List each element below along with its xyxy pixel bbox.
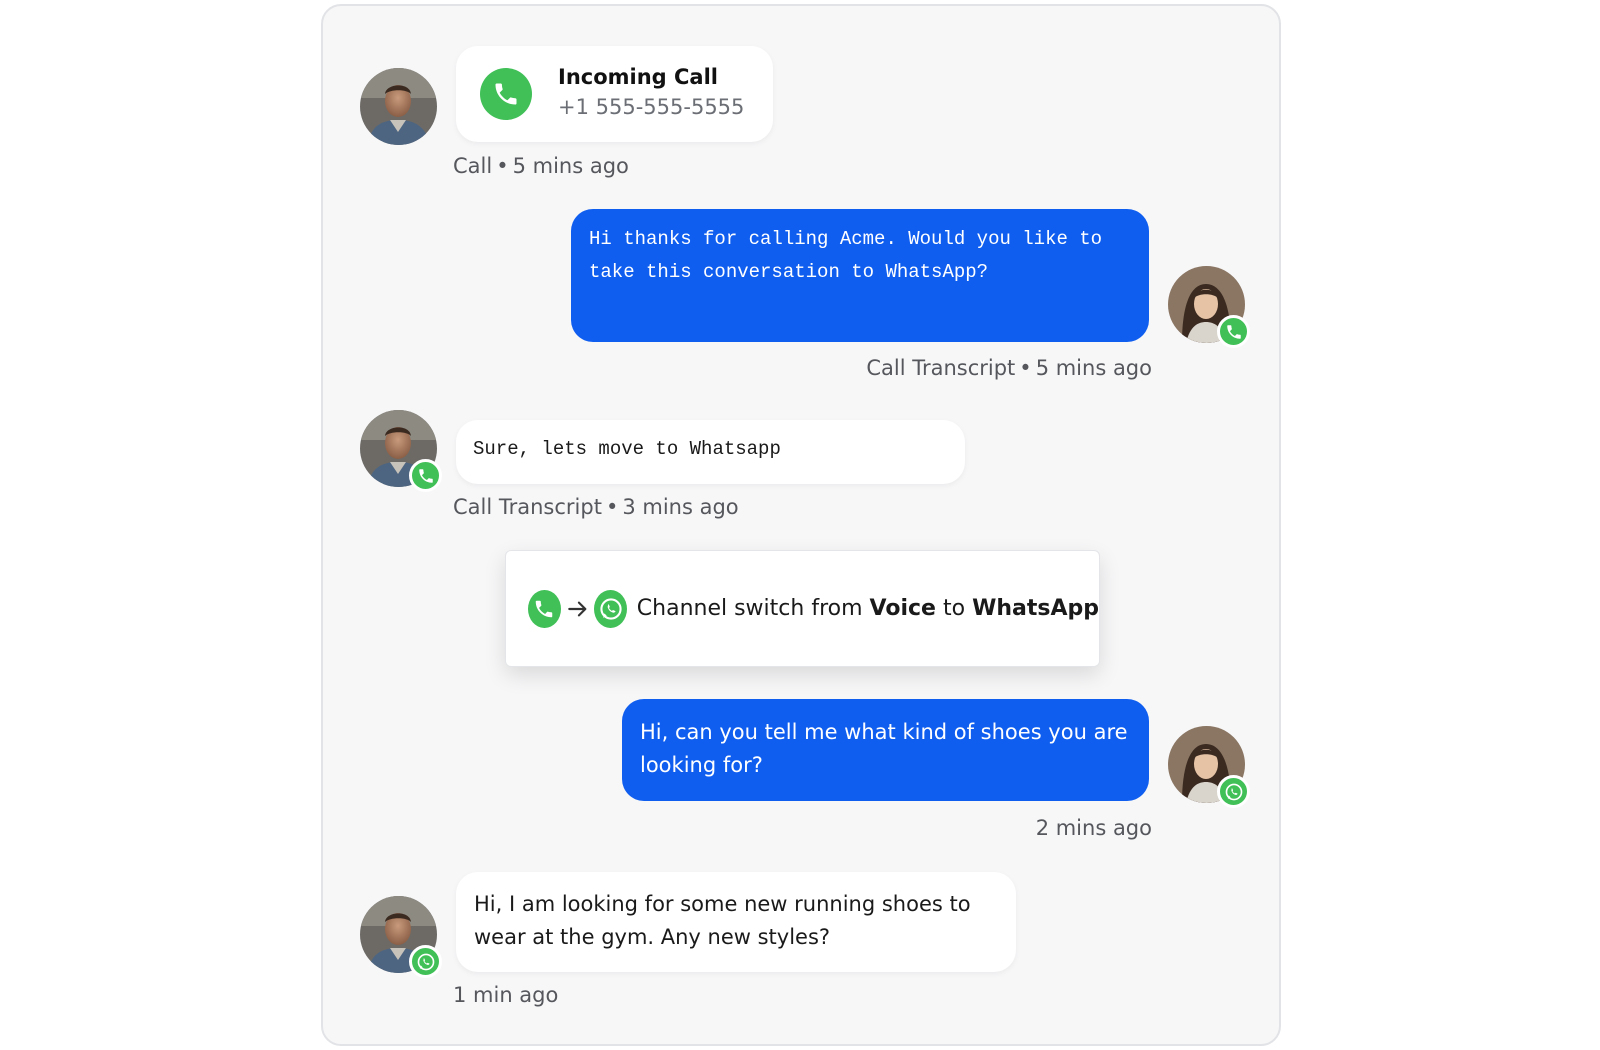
arrow-right-icon — [567, 601, 586, 616]
meta-separator: • — [1019, 356, 1032, 380]
meta-time: 3 mins ago — [622, 495, 739, 519]
meta-time: 5 mins ago — [512, 154, 629, 178]
message-text: Sure, lets move to Whatsapp — [473, 438, 781, 460]
message-bubble-outgoing[interactable]: Hi thanks for calling Acme. Would you li… — [571, 209, 1149, 342]
incoming-call-meta: Call • 5 mins ago — [453, 154, 629, 178]
whatsapp-badge-icon — [409, 945, 442, 978]
avatar-agent — [1168, 726, 1250, 808]
message-meta: Call Transcript • 5 mins ago — [866, 356, 1152, 380]
message-bubble-incoming[interactable]: Hi, I am looking for some new running sh… — [456, 872, 1016, 972]
whatsapp-badge-icon — [1217, 775, 1250, 808]
incoming-call-title: Incoming Call — [558, 65, 718, 89]
phone-badge-icon — [1217, 315, 1250, 348]
message-bubble-outgoing[interactable]: Hi, can you tell me what kind of shoes y… — [622, 699, 1149, 801]
channel-switch-card: Channel switch from Voice to WhatsApp — [505, 550, 1100, 667]
phone-badge-icon — [409, 459, 442, 492]
meta-time: 5 mins ago — [1035, 356, 1152, 380]
avatar-customer — [360, 896, 442, 978]
meta-channel: Call — [453, 154, 493, 178]
avatar-customer — [360, 410, 442, 492]
phone-icon — [528, 589, 561, 628]
message-meta: Call Transcript • 3 mins ago — [453, 495, 739, 519]
customer-photo — [360, 68, 437, 145]
message-bubble-incoming[interactable]: Sure, lets move to Whatsapp — [456, 420, 965, 484]
message-text: Hi, I am looking for some new running sh… — [474, 892, 971, 949]
message-text: Hi, can you tell me what kind of shoes y… — [640, 720, 1128, 777]
phone-icon — [480, 68, 532, 120]
switch-connector: to — [942, 596, 966, 621]
whatsapp-icon — [594, 589, 627, 628]
avatar-customer — [360, 68, 437, 145]
caller-number: +1 555-555-5555 — [558, 95, 745, 119]
message-meta: 2 mins ago — [1036, 816, 1152, 840]
meta-time: 2 mins ago — [1035, 816, 1152, 840]
message-text: Hi thanks for calling Acme. Would you li… — [589, 228, 1103, 283]
meta-time: 1 min ago — [453, 983, 559, 1007]
switch-prefix: Channel switch from — [636, 596, 863, 621]
switch-to: WhatsApp — [972, 596, 1099, 621]
switch-from: Voice — [869, 596, 936, 621]
meta-channel: Call Transcript — [866, 356, 1016, 380]
meta-channel: Call Transcript — [453, 495, 602, 519]
meta-separator: • — [496, 154, 509, 178]
avatar-agent — [1168, 266, 1250, 348]
meta-separator: • — [605, 495, 619, 519]
incoming-call-card[interactable]: Incoming Call +1 555-555-5555 — [456, 46, 773, 142]
message-meta: 1 min ago — [453, 983, 558, 1007]
channel-switch-text: Channel switch from Voice to WhatsApp — [637, 596, 1099, 621]
